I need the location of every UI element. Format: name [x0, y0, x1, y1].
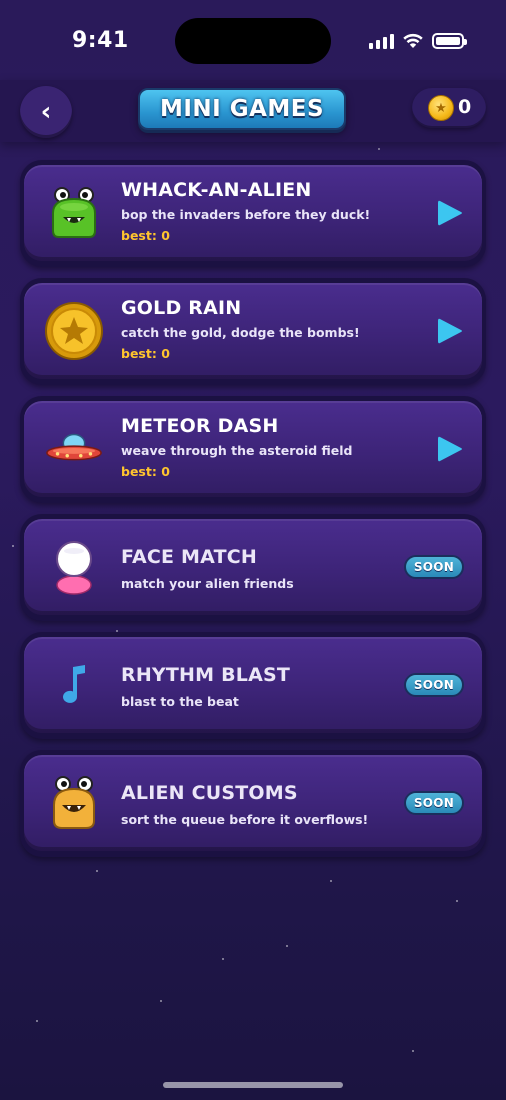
page-title: MINI GAMES: [138, 88, 346, 130]
dynamic-island: [175, 18, 331, 64]
game-card-meteor-dash[interactable]: METEOR DASH weave through the asteroid f…: [20, 396, 486, 503]
play-icon[interactable]: [436, 198, 464, 228]
play-icon[interactable]: [436, 316, 464, 346]
game-title: ALIEN CUSTOMS: [121, 782, 298, 804]
game-card-gold-rain[interactable]: GOLD RAIN catch the gold, dodge the bomb…: [20, 278, 486, 385]
coin-star-icon: ★: [428, 95, 454, 121]
coming-soon-badge: SOON: [404, 791, 464, 815]
game-title: RHYTHM BLAST: [121, 664, 291, 686]
game-card-face-match[interactable]: FACE MATCH match your alien friends SOON: [20, 514, 486, 621]
game-best-score: best: 0: [121, 346, 170, 361]
game-best-score: best: 0: [121, 464, 170, 479]
status-bar: 9:41: [0, 0, 506, 80]
coin-count: 0: [458, 96, 472, 118]
game-subtitle: catch the gold, dodge the bombs!: [121, 325, 360, 340]
green-alien-icon: [44, 183, 104, 243]
game-subtitle: sort the queue before it overflows!: [121, 812, 369, 827]
wifi-icon: [403, 33, 423, 48]
coming-soon-badge: SOON: [404, 673, 464, 697]
game-title: WHACK-AN-ALIEN: [121, 179, 312, 201]
game-card-alien-customs[interactable]: ALIEN CUSTOMS sort the queue before it o…: [20, 750, 486, 857]
chevron-left-icon: ‹: [40, 97, 52, 127]
coming-soon-badge: SOON: [404, 555, 464, 579]
status-time: 9:41: [72, 28, 129, 53]
signal-icon: [369, 33, 394, 49]
ufo-icon: [44, 419, 104, 479]
play-icon[interactable]: [436, 434, 464, 464]
back-button[interactable]: ‹: [20, 86, 72, 138]
coin-counter[interactable]: ★ 0: [412, 88, 486, 128]
home-indicator[interactable]: [163, 1082, 343, 1088]
header-bar: ‹ MINI GAMES ★ 0: [0, 80, 506, 142]
game-subtitle: blast to the beat: [121, 694, 239, 709]
battery-icon: [432, 32, 467, 49]
game-subtitle: weave through the asteroid field: [121, 443, 353, 458]
game-subtitle: match your alien friends: [121, 576, 294, 591]
music-note-icon: [44, 655, 104, 715]
game-best-score: best: 0: [121, 228, 170, 243]
orange-alien-icon: [44, 773, 104, 833]
game-card-rhythm-blast[interactable]: RHYTHM BLAST blast to the beat SOON: [20, 632, 486, 739]
game-title: GOLD RAIN: [121, 297, 242, 319]
game-subtitle: bop the invaders before they duck!: [121, 207, 371, 222]
game-title: METEOR DASH: [121, 415, 279, 437]
status-icons: [369, 32, 467, 49]
gold-coin-icon: [44, 301, 104, 361]
alien-face-icon: [44, 537, 104, 597]
game-card-whack-an-alien[interactable]: WHACK-AN-ALIEN bop the invaders before t…: [20, 160, 486, 267]
game-title: FACE MATCH: [121, 546, 257, 568]
